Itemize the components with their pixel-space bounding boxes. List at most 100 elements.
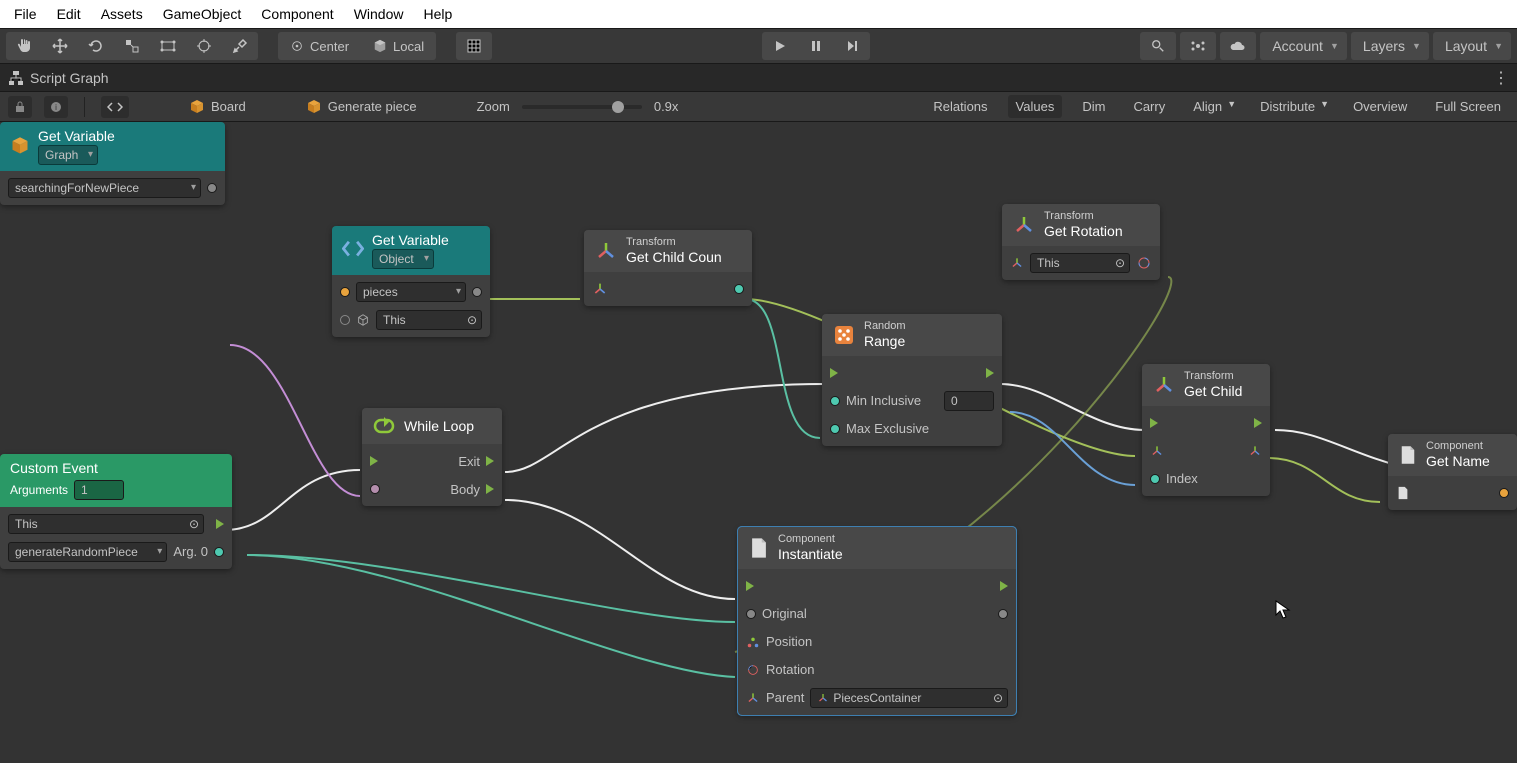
opt-values[interactable]: Values [1008,95,1063,118]
zoom-handle[interactable] [612,101,624,113]
node-get-variable-object[interactable]: Get Variable Object pieces This⊙ [332,226,490,337]
target-field[interactable]: This⊙ [8,514,204,534]
snap-toggle[interactable] [456,32,492,60]
menu-file[interactable]: File [4,2,47,26]
getvar-icon [342,239,364,261]
node-random-range[interactable]: Random Range Min Inclusive 0 Max Exclusi… [822,314,1002,446]
transform-icon [594,239,618,263]
node-category: Transform [1044,210,1123,223]
transform-tool[interactable] [186,32,222,60]
node-custom-event[interactable]: Custom Event Arguments 1 This⊙ generateR… [0,454,232,569]
target-field[interactable]: This⊙ [1030,253,1130,273]
max-port[interactable] [830,424,840,434]
target-field[interactable]: This⊙ [376,310,482,330]
flow-in-port[interactable] [1150,418,1158,428]
breadcrumb-board[interactable]: Board [189,99,246,115]
index-port[interactable] [1150,474,1160,484]
rect-tool[interactable] [150,32,186,60]
search-button[interactable] [1140,32,1176,60]
graph-canvas[interactable]: Get Variable Graph searchingForNewPiece … [0,122,1517,763]
opt-dim[interactable]: Dim [1074,95,1113,118]
opt-carry[interactable]: Carry [1125,95,1173,118]
min-value[interactable]: 0 [944,391,994,411]
breadcrumb-generate-piece[interactable]: Generate piece [306,99,417,115]
flow-in-port[interactable] [746,581,754,591]
node-get-variable-graph[interactable]: Get Variable Graph searchingForNewPiece [0,122,225,205]
node-title: Range [864,333,906,350]
opt-relations[interactable]: Relations [925,95,995,118]
condition-port[interactable] [370,484,380,494]
move-tool[interactable] [42,32,78,60]
output-port[interactable] [1499,488,1509,498]
result-port[interactable] [998,609,1008,619]
exit-port[interactable] [486,456,494,466]
play-button[interactable] [762,32,798,60]
node-get-name[interactable]: Component Get Name [1388,434,1517,510]
transform-port-icon [1010,256,1024,270]
menu-gameobject[interactable]: GameObject [153,2,252,26]
space-local-toggle[interactable]: Local [361,32,436,60]
layout-dropdown[interactable]: Layout [1433,32,1511,60]
transform-out-icon [1248,444,1262,458]
opt-fullscreen[interactable]: Full Screen [1427,95,1509,118]
arg0-port[interactable] [214,547,224,557]
opt-distribute[interactable]: Distribute▼ [1252,95,1333,118]
node-title: Custom Event [10,460,124,477]
menu-assets[interactable]: Assets [91,2,153,26]
body-port[interactable] [486,484,494,494]
menu-help[interactable]: Help [413,2,462,26]
lock-icon[interactable] [8,96,32,118]
node-get-rotation[interactable]: Transform Get Rotation This⊙ [1002,204,1160,280]
scope-field[interactable]: Object [372,249,434,269]
min-port[interactable] [830,396,840,406]
custom-tool[interactable] [222,32,258,60]
output-port[interactable] [472,287,482,297]
variable-field[interactable]: searchingForNewPiece [8,178,201,198]
cloud-icon[interactable] [1220,32,1256,60]
step-button[interactable] [834,32,870,60]
flow-out-port[interactable] [1000,581,1008,591]
pivot-center-toggle[interactable]: Center [278,32,361,60]
menu-edit[interactable]: Edit [47,2,91,26]
parent-field[interactable]: PiecesContainer ⊙ [810,688,1008,708]
info-icon[interactable]: i [44,96,68,118]
account-dropdown[interactable]: Account [1260,32,1347,60]
tab-script-graph[interactable]: Script Graph [8,70,109,86]
flow-in-port[interactable] [830,368,838,378]
flow-out-port[interactable] [216,519,224,529]
menu-window[interactable]: Window [344,2,414,26]
variable-field[interactable]: pieces [356,282,466,302]
pause-button[interactable] [798,32,834,60]
scale-tool[interactable] [114,32,150,60]
opt-overview[interactable]: Overview [1345,95,1415,118]
parent-label: Parent [766,690,804,705]
flow-in-port[interactable] [370,456,378,466]
menu-bar: File Edit Assets GameObject Component Wi… [0,0,1517,28]
output-port[interactable] [734,284,744,294]
input-port[interactable] [340,287,350,297]
hand-tool[interactable] [6,32,42,60]
node-category: Component [1426,440,1490,453]
original-port[interactable] [746,609,756,619]
flow-out-port[interactable] [986,368,994,378]
code-icon[interactable] [101,96,129,118]
menu-component[interactable]: Component [251,2,343,26]
target-port[interactable] [340,315,350,325]
node-instantiate[interactable]: Component Instantiate Original Position … [738,527,1016,715]
node-title: Get Variable [38,128,115,145]
args-value[interactable]: 1 [74,480,124,500]
collab-icon[interactable] [1180,32,1216,60]
rotate-tool[interactable] [78,32,114,60]
layers-dropdown[interactable]: Layers [1351,32,1429,60]
node-while-loop[interactable]: While Loop Exit Body [362,408,502,506]
tab-menu-icon[interactable]: ⋮ [1493,68,1509,88]
zoom-slider[interactable] [522,105,642,109]
opt-align[interactable]: Align▼ [1185,95,1240,118]
node-get-child[interactable]: Transform Get Child Index [1142,364,1270,496]
flow-out-port[interactable] [1254,418,1262,428]
output-port[interactable] [207,183,217,193]
body-label: Body [450,482,480,497]
scope-field[interactable]: Graph [38,145,98,165]
node-get-child-count[interactable]: Transform Get Child Coun [584,230,752,306]
event-field[interactable]: generateRandomPiece [8,542,167,562]
